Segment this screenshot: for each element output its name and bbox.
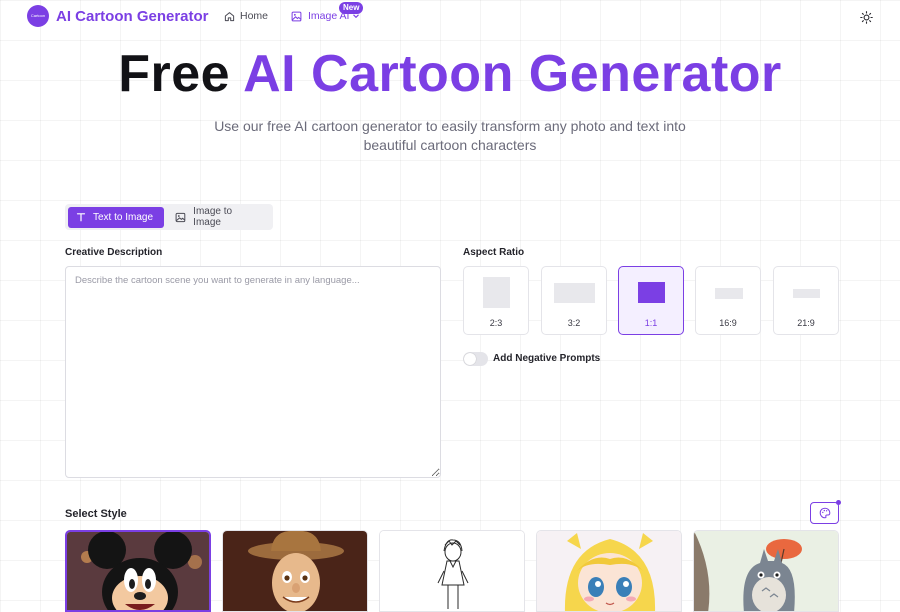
aspect-option-21-9[interactable]: 21:9 — [773, 266, 839, 335]
image-icon — [291, 11, 302, 21]
nav-home-label: Home — [240, 10, 269, 22]
top-navigation-bar: Cartoon AI Cartoon Generator Home Image … — [0, 0, 900, 36]
tab-text-to-image[interactable]: Text to Image — [68, 206, 165, 228]
aspect-option-16-9[interactable]: 16:9 — [695, 266, 761, 335]
aspect-option-1-1[interactable]: 1:1 — [618, 266, 684, 335]
creative-description-input[interactable] — [65, 266, 441, 478]
aspect-option-2-3[interactable]: 2:3 — [463, 266, 529, 335]
page-subtitle: Use our free AI cartoon generator to eas… — [214, 118, 686, 153]
title-accent: AI Cartoon Generator — [243, 45, 782, 103]
ratio-2-3-shape — [483, 277, 510, 308]
ratio-3-2-shape — [554, 283, 595, 303]
style-palette-button[interactable] — [810, 500, 841, 524]
ratio-16-9-label: 16:9 — [719, 318, 737, 328]
sun-icon — [859, 10, 873, 24]
mickey-style-image — [67, 532, 209, 610]
aspect-option-3-2[interactable]: 3:2 — [541, 266, 607, 335]
image-icon — [175, 212, 186, 222]
3d-cowboy-style-image — [223, 531, 367, 611]
style-thumbnail-3d-cowboy[interactable] — [222, 530, 368, 612]
style-thumbnail-totoro-watercolor[interactable] — [693, 530, 839, 612]
page-title: Free AI Cartoon Generator — [0, 43, 900, 105]
brand-title: AI Cartoon Generator — [56, 7, 209, 25]
theme-toggle-button[interactable] — [858, 9, 874, 25]
select-style-label: Select Style — [65, 508, 127, 520]
ratio-1-1-label: 1:1 — [644, 318, 658, 328]
tab-image-to-image[interactable]: Image to Image — [167, 206, 270, 228]
style-thumbnail-anime[interactable] — [536, 530, 682, 612]
generation-mode-tabs: Text to Image Image to Image — [65, 204, 273, 230]
palette-icon — [819, 507, 830, 519]
title-plain: Free — [118, 45, 231, 103]
ratio-2-3-label: 2:3 — [489, 318, 503, 328]
anime-style-image — [537, 531, 681, 611]
creative-description-label: Creative Description — [65, 247, 163, 258]
ratio-21-9-label: 21:9 — [797, 318, 815, 328]
home-icon — [224, 11, 235, 21]
new-badge: New — [339, 2, 364, 14]
style-thumbnail-line-sketch[interactable] — [379, 530, 525, 612]
brand-logo: Cartoon — [27, 5, 49, 27]
totoro-watercolor-style-image — [694, 531, 838, 611]
negative-prompts-toggle[interactable] — [463, 352, 488, 366]
tab-image-to-image-label: Image to Image — [193, 206, 233, 228]
ratio-21-9-shape — [793, 289, 820, 298]
line-sketch-style-image — [380, 531, 524, 611]
style-thumbnail-mickey[interactable] — [65, 530, 211, 612]
brand[interactable]: Cartoon AI Cartoon Generator — [27, 5, 209, 27]
ratio-3-2-label: 3:2 — [567, 318, 581, 328]
text-icon — [76, 213, 86, 222]
ratio-16-9-shape — [715, 288, 743, 299]
tab-text-to-image-label: Text to Image — [93, 211, 154, 223]
ratio-1-1-shape — [638, 282, 665, 303]
notification-dot — [836, 500, 841, 505]
nav-home-link[interactable]: Home — [224, 10, 268, 22]
aspect-ratio-label: Aspect Ratio — [463, 247, 525, 258]
toggle-knob — [464, 353, 476, 365]
negative-prompts-label: Add Negative Prompts — [493, 353, 601, 364]
